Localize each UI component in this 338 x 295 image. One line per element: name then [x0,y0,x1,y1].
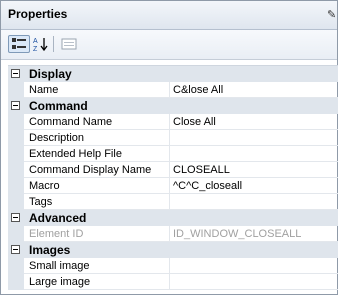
category-label: Display [29,67,72,81]
property-row[interactable]: Name C&lose All [8,82,338,98]
category-row[interactable]: Command [8,98,338,114]
row-gutter [8,146,24,162]
alphabetical-sort-icon: A Z [33,38,48,52]
category-label: Images [29,243,71,257]
property-row[interactable]: Large image [8,274,338,290]
property-row[interactable]: Command Name Close All [8,114,338,130]
property-name: Description [29,132,85,144]
svg-text:Z: Z [33,46,38,52]
column-divider [169,178,170,194]
property-name: Small image [29,260,90,272]
column-divider [169,146,170,162]
property-row: Element ID ID_WINDOW_CLOSEALL [8,226,338,242]
panel-titlebar: Properties ✎ [1,1,337,30]
property-value[interactable]: C&lose All [173,84,223,96]
row-gutter [8,194,24,210]
property-pages-button[interactable] [59,35,79,53]
properties-panel: Properties ✎ A Z Display Name C&lose All… [0,0,338,295]
collapse-toggle-icon[interactable] [11,213,20,222]
property-name: Name [29,84,59,96]
category-row[interactable]: Advanced [8,210,338,226]
property-row[interactable]: Command Display Name CLOSEALL [8,162,338,178]
panel-title: Properties [8,7,68,21]
property-name: Macro [29,180,60,192]
column-divider [169,258,170,274]
categorized-view-button[interactable] [8,35,30,53]
categorized-view-icon [12,38,26,49]
property-pages-icon [61,38,77,50]
property-value[interactable]: ^C^C_closeall [173,180,242,192]
property-name: Tags [29,196,53,208]
properties-toolbar: A Z [1,30,337,60]
column-divider [169,162,170,178]
property-row[interactable]: Description [8,130,338,146]
category-row[interactable]: Images [8,242,338,258]
property-value: ID_WINDOW_CLOSEALL [173,228,302,240]
property-name: Large image [29,276,91,288]
row-gutter [8,178,24,194]
property-value[interactable]: CLOSEALL [173,164,230,176]
category-row[interactable]: Display [8,66,338,82]
property-name: Command Name [29,116,113,128]
property-row[interactable]: Small image [8,258,338,274]
row-gutter [8,82,24,98]
collapse-toggle-icon[interactable] [11,245,20,254]
property-name: Element ID [29,228,84,240]
row-gutter [8,258,24,274]
property-name: Command Display Name [29,164,152,176]
toolbar-separator [53,36,54,52]
row-gutter [8,130,24,146]
category-label: Advanced [29,211,87,225]
column-divider [169,274,170,290]
alphabetical-sort-button[interactable]: A Z [32,35,50,53]
property-row[interactable]: Macro ^C^C_closeall [8,178,338,194]
svg-text:A: A [33,38,38,45]
property-grid: Display Name C&lose All Command Command Name… [8,65,338,290]
property-row[interactable]: Tags [8,194,338,210]
column-divider [169,226,170,242]
property-row[interactable]: Extended Help File [8,146,338,162]
row-gutter [8,162,24,178]
category-label: Command [29,99,88,113]
column-divider [169,130,170,146]
column-divider [169,194,170,210]
property-value[interactable]: Close All [173,116,216,128]
row-gutter [8,114,24,130]
row-gutter [8,274,24,290]
collapse-toggle-icon[interactable] [11,69,20,78]
row-gutter [8,226,24,242]
collapse-toggle-icon[interactable] [11,101,20,110]
pin-icon[interactable]: ✎ [327,8,336,21]
property-name: Extended Help File [29,148,122,160]
column-divider [169,82,170,98]
column-divider [169,114,170,130]
